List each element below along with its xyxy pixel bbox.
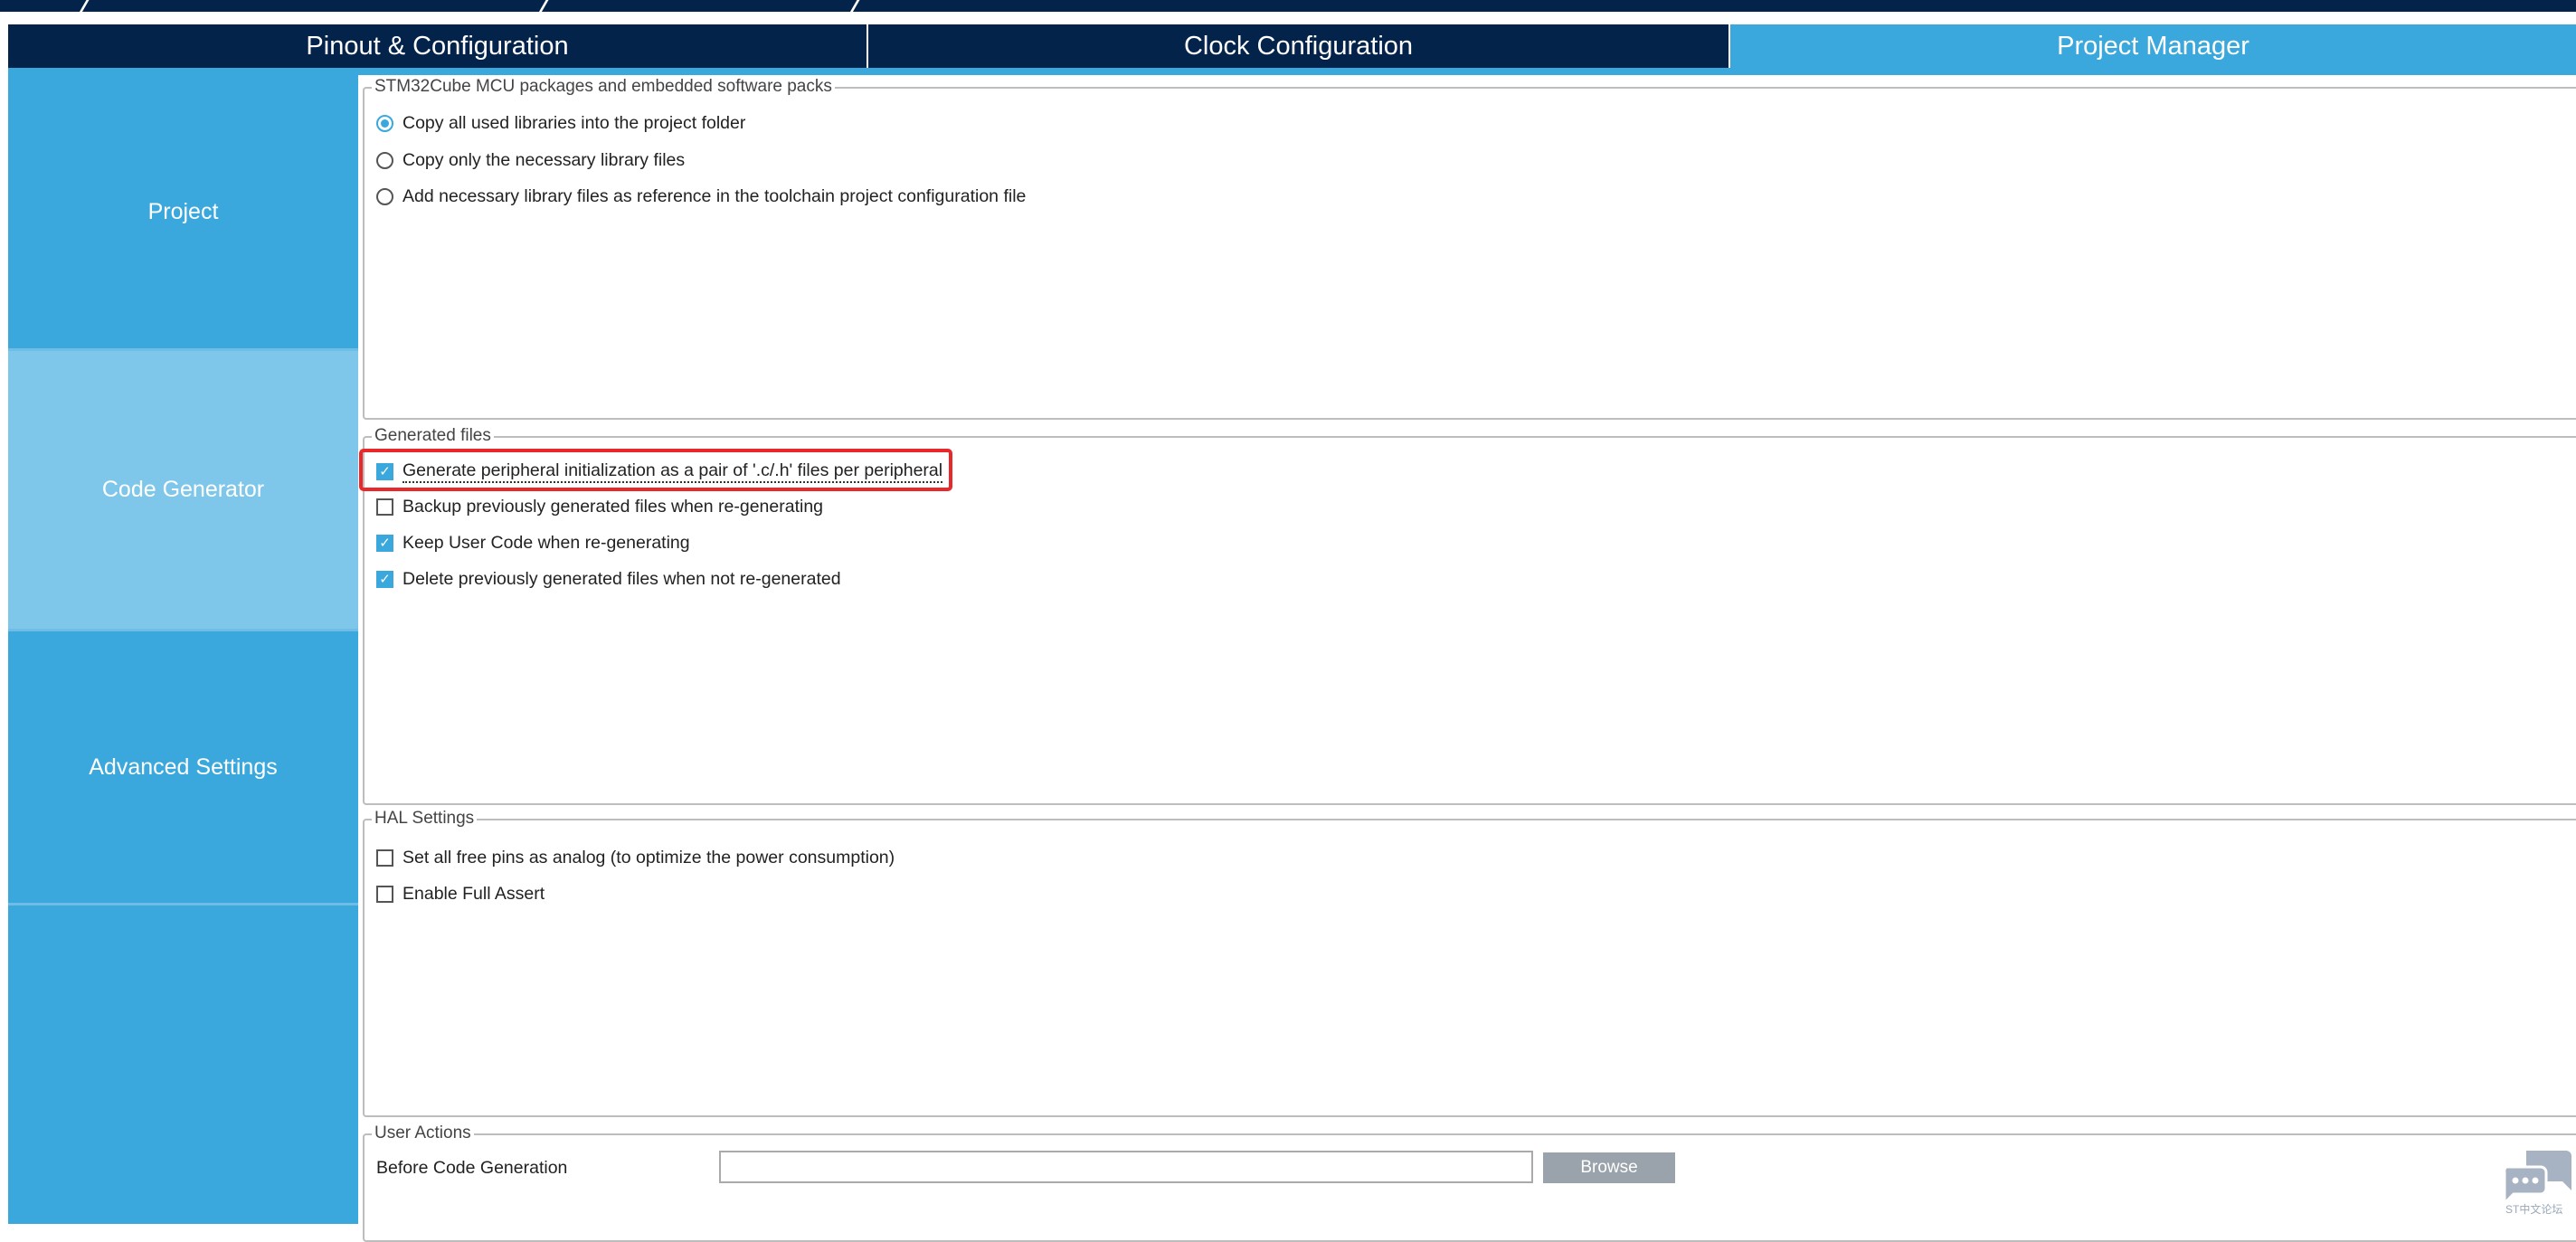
left-margin xyxy=(0,68,8,1224)
checkbox-free-pins-analog[interactable]: Set all free pins as analog (to optimize… xyxy=(376,848,895,868)
sidebar-item-advanced-settings[interactable]: Advanced Settings xyxy=(8,631,358,905)
before-code-generation-input[interactable] xyxy=(719,1151,1533,1183)
browse-button[interactable]: Browse xyxy=(1543,1152,1675,1183)
checkbox-backup[interactable]: Backup previously generated files when r… xyxy=(376,497,823,517)
sidebar-item-project[interactable]: Project xyxy=(8,75,358,351)
sidebar: Project Code Generator Advanced Settings xyxy=(8,75,358,1224)
option-label: Add necessary library files as reference… xyxy=(402,186,1027,206)
radio-button[interactable] xyxy=(376,152,393,169)
main-tabs: Pinout & Configuration Clock Configurati… xyxy=(8,24,2576,68)
option-label: Copy only the necessary library files xyxy=(402,150,686,170)
option-label: Enable Full Assert xyxy=(402,884,545,904)
sidebar-item-code-generator[interactable]: Code Generator xyxy=(8,351,358,631)
watermark-text: ST中文论坛 xyxy=(2505,1203,2563,1216)
user-actions-legend: User Actions xyxy=(372,1123,474,1143)
option-label: Keep User Code when re-generating xyxy=(402,533,690,553)
radio-add-reference[interactable]: Add necessary library files as reference… xyxy=(376,186,1026,207)
radio-copy-necessary[interactable]: Copy only the necessary library files xyxy=(376,150,685,171)
checkbox[interactable] xyxy=(376,849,393,867)
checkbox[interactable]: ✓ xyxy=(376,535,393,552)
generated-files-fieldset: Generated files ✓ Generate peripheral ini… xyxy=(363,426,2576,805)
before-code-generation-label: Before Code Generation xyxy=(376,1158,568,1178)
tab-project-manager[interactable]: Project Manager xyxy=(1730,24,2576,68)
packs-legend: STM32Cube MCU packages and embedded soft… xyxy=(372,77,835,97)
breadcrumb-separator xyxy=(849,0,861,13)
radio-button[interactable] xyxy=(376,115,393,132)
option-label: Delete previously generated files when n… xyxy=(402,569,841,589)
tab-clock-configuration[interactable]: Clock Configuration xyxy=(868,24,1730,68)
hal-settings-fieldset: HAL Settings Set all free pins as analog… xyxy=(363,809,2576,1117)
option-label: Backup previously generated files when r… xyxy=(402,497,824,517)
tab-pinout-configuration[interactable]: Pinout & Configuration xyxy=(8,24,868,68)
radio-button[interactable] xyxy=(376,188,393,205)
checkbox[interactable]: ✓ xyxy=(376,571,393,588)
generated-files-legend: Generated files xyxy=(372,426,494,446)
option-label: Copy all used libraries into the project… xyxy=(402,113,746,133)
user-actions-fieldset: User Actions Before Code Generation Brow… xyxy=(363,1123,2576,1242)
option-label: Set all free pins as analog (to optimize… xyxy=(402,848,895,868)
checkbox-keep-user-code[interactable]: ✓ Keep User Code when re-generating xyxy=(376,533,690,554)
highlight-box xyxy=(359,449,952,491)
breadcrumb-separator xyxy=(538,0,550,13)
checkbox-full-assert[interactable]: Enable Full Assert xyxy=(376,884,545,905)
tab-underline xyxy=(0,68,2576,75)
breadcrumb-bar xyxy=(0,0,2576,13)
breadcrumb-separator xyxy=(79,0,90,13)
packs-fieldset: STM32Cube MCU packages and embedded soft… xyxy=(363,77,2576,420)
hal-settings-legend: HAL Settings xyxy=(372,809,478,829)
checkbox[interactable] xyxy=(376,886,393,903)
checkbox-delete-previous[interactable]: ✓ Delete previously generated files when … xyxy=(376,569,841,590)
radio-copy-all[interactable]: Copy all used libraries into the project… xyxy=(376,113,745,134)
checkbox[interactable] xyxy=(376,498,393,516)
